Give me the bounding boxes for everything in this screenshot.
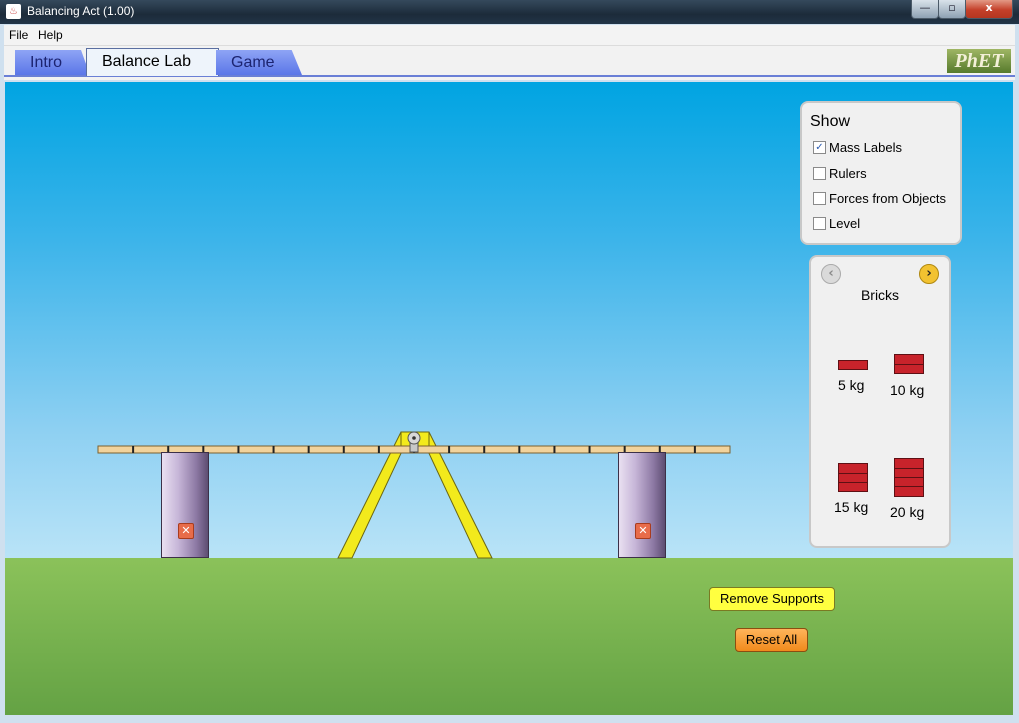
close-button[interactable]: x [965,0,1013,19]
brick-divider [839,473,867,474]
app-window: ♨ Balancing Act (1.00) — ▫ x File Help I… [0,0,1019,723]
brick-20kg[interactable] [894,458,924,497]
brick-10kg[interactable] [894,354,924,374]
menu-help[interactable]: Help [38,28,63,42]
forces-checkbox[interactable] [813,192,826,205]
brick-divider [895,468,923,469]
previous-arrow-icon[interactable]: ‹ [821,264,841,284]
java-app-icon: ♨ [6,4,21,19]
brick-divider [895,486,923,487]
rulers-checkbox[interactable] [813,167,826,180]
brick-divider [895,477,923,478]
mass-labels-label: Mass Labels [829,140,902,155]
support-column-left[interactable]: ✕ [161,452,209,558]
window-title: Balancing Act (1.00) [27,4,135,18]
tab-game[interactable]: Game [216,50,302,75]
bricks-panel-title: Bricks [860,287,900,303]
remove-supports-button[interactable]: Remove Supports [709,587,835,611]
tab-intro[interactable]: Intro [15,50,90,75]
show-panel: Show ✓ Mass Labels Rulers Forces from Ob… [800,101,962,245]
title-bar: ♨ Balancing Act (1.00) — ▫ x [0,0,1019,24]
remove-support-icon[interactable]: ✕ [635,523,651,539]
pivot-center [412,436,416,440]
minimize-button[interactable]: — [911,0,939,19]
tab-strip: Intro Balance Lab Game PhET [4,46,1015,80]
level-label: Level [829,216,861,231]
level-checkbox[interactable] [813,217,826,230]
menu-file[interactable]: File [9,28,28,42]
next-arrow-icon[interactable]: › [919,264,939,284]
phet-logo[interactable]: PhET [947,49,1011,73]
brick-15kg[interactable] [838,463,868,492]
support-column-right[interactable]: ✕ [618,452,666,558]
brick-5kg-label: 5 kg [838,377,865,393]
menu-bar: File Help [4,25,1015,46]
brick-divider [895,364,923,365]
maximize-button[interactable]: ▫ [938,0,966,19]
simulation-canvas: ✕ ✕ Show ✓ Mass Labels Rulers Forces fro… [5,82,1013,715]
forces-label: Forces from Objects [829,191,947,206]
brick-15kg-label: 15 kg [834,499,869,515]
brick-20kg-label: 20 kg [890,504,925,520]
reset-all-button[interactable]: Reset All [735,628,808,652]
remove-support-icon[interactable]: ✕ [178,523,194,539]
brick-10kg-label: 10 kg [890,382,925,398]
mass-labels-checkbox[interactable]: ✓ [813,141,826,154]
brick-divider [839,482,867,483]
bricks-panel: ‹ › Bricks 5 kg 10 kg 15 kg 20 kg [809,255,951,548]
tab-balance-lab[interactable]: Balance Lab [86,48,219,76]
brick-5kg[interactable] [838,360,868,370]
show-panel-title: Show [810,113,851,130]
rulers-label: Rulers [829,166,867,181]
